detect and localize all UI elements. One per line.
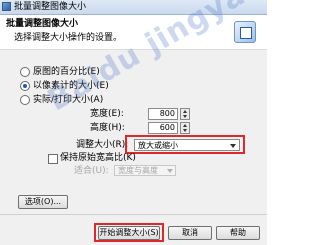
height-input[interactable]: 600 xyxy=(148,122,178,134)
radio-pixel-size[interactable] xyxy=(20,81,30,91)
start-resize-button[interactable]: 开始调整大小(S) xyxy=(98,226,160,240)
header-subtitle: 选择调整大小操作的设置。 xyxy=(14,33,123,43)
width-input[interactable]: 800 xyxy=(148,108,178,120)
radio-pixel-size-label: 以像素计的大小(E) xyxy=(33,81,109,91)
title-bar: 批量调整图像大小 xyxy=(0,0,267,15)
radio-percentage-label: 原图的百分比(E) xyxy=(33,67,100,77)
resize-mode-select[interactable]: 放大或缩小 xyxy=(134,139,240,151)
options-button[interactable]: 选项(O)... xyxy=(18,195,68,209)
batch-resize-dialog: 批量调整图像大小 批量调整图像大小 选择调整大小操作的设置。 原图的百分比(E)… xyxy=(0,0,320,245)
height-stepper[interactable] xyxy=(180,122,190,134)
fit-select: 宽度与高度 xyxy=(114,165,176,176)
keep-aspect-label: 保持原始宽高比(K) xyxy=(60,153,136,163)
window-title: 批量调整图像大小 xyxy=(14,2,87,12)
height-label: 高度(H): xyxy=(90,123,125,133)
width-stepper[interactable] xyxy=(180,108,190,120)
radio-actual-size[interactable] xyxy=(20,95,30,105)
dialog-header: 批量调整图像大小 选择调整大小操作的设置。 xyxy=(0,15,267,50)
chevron-down-icon xyxy=(230,144,236,148)
radio-percentage[interactable] xyxy=(20,67,30,77)
chevron-down-icon xyxy=(167,169,173,173)
header-title: 批量调整图像大小 xyxy=(6,19,79,29)
resize-mode-label: 调整大小(R): xyxy=(76,140,129,150)
app-icon xyxy=(2,2,11,11)
fit-value: 宽度与高度 xyxy=(118,166,158,175)
fit-label: 适合(U): xyxy=(74,166,109,176)
resize-icon xyxy=(234,21,256,43)
footer-separator xyxy=(0,214,267,215)
width-label: 宽度(E): xyxy=(90,109,124,119)
keep-aspect-checkbox[interactable] xyxy=(48,154,58,164)
resize-mode-value: 放大或缩小 xyxy=(138,141,178,150)
cancel-button[interactable]: 取消 xyxy=(168,226,212,240)
radio-actual-size-label: 实际/打印大小(A) xyxy=(33,95,104,105)
help-button[interactable]: 帮助 xyxy=(216,226,260,240)
